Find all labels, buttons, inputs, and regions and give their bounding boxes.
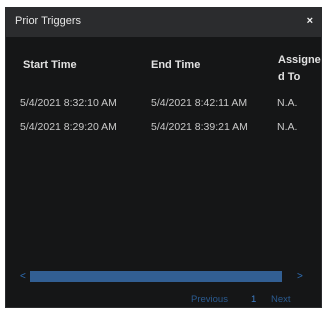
column-header-end-time[interactable]: End Time	[151, 59, 200, 71]
table-cell-end-time: 5/4/2021 8:39:21 AM	[151, 121, 248, 133]
scroll-left-icon[interactable]: <	[20, 271, 26, 282]
table-cell-start-time: 5/4/2021 8:29:20 AM	[20, 121, 117, 133]
current-page-number[interactable]: 1	[251, 294, 256, 305]
scroll-right-icon[interactable]: >	[297, 271, 303, 282]
previous-page-link[interactable]: Previous	[191, 294, 228, 305]
column-header-start-time[interactable]: Start Time	[23, 59, 77, 71]
scrollbar-thumb[interactable]	[30, 271, 282, 282]
dialog-title: Prior Triggers	[15, 15, 82, 27]
horizontal-scrollbar[interactable]: < >	[12, 271, 308, 282]
prior-triggers-dialog: Prior Triggers × Start Time End Time Ass…	[5, 7, 322, 308]
close-icon[interactable]: ×	[307, 16, 313, 27]
column-header-assigned-to[interactable]: Assigned To	[278, 52, 321, 86]
table-cell-assigned-to: N.A.	[277, 97, 298, 109]
dialog-titlebar: Prior Triggers ×	[6, 8, 321, 37]
table-cell-end-time: 5/4/2021 8:42:11 AM	[151, 97, 248, 109]
next-page-link[interactable]: Next	[271, 294, 291, 305]
table-cell-assigned-to: N.A.	[277, 121, 298, 133]
table-cell-start-time: 5/4/2021 8:32:10 AM	[20, 97, 117, 109]
